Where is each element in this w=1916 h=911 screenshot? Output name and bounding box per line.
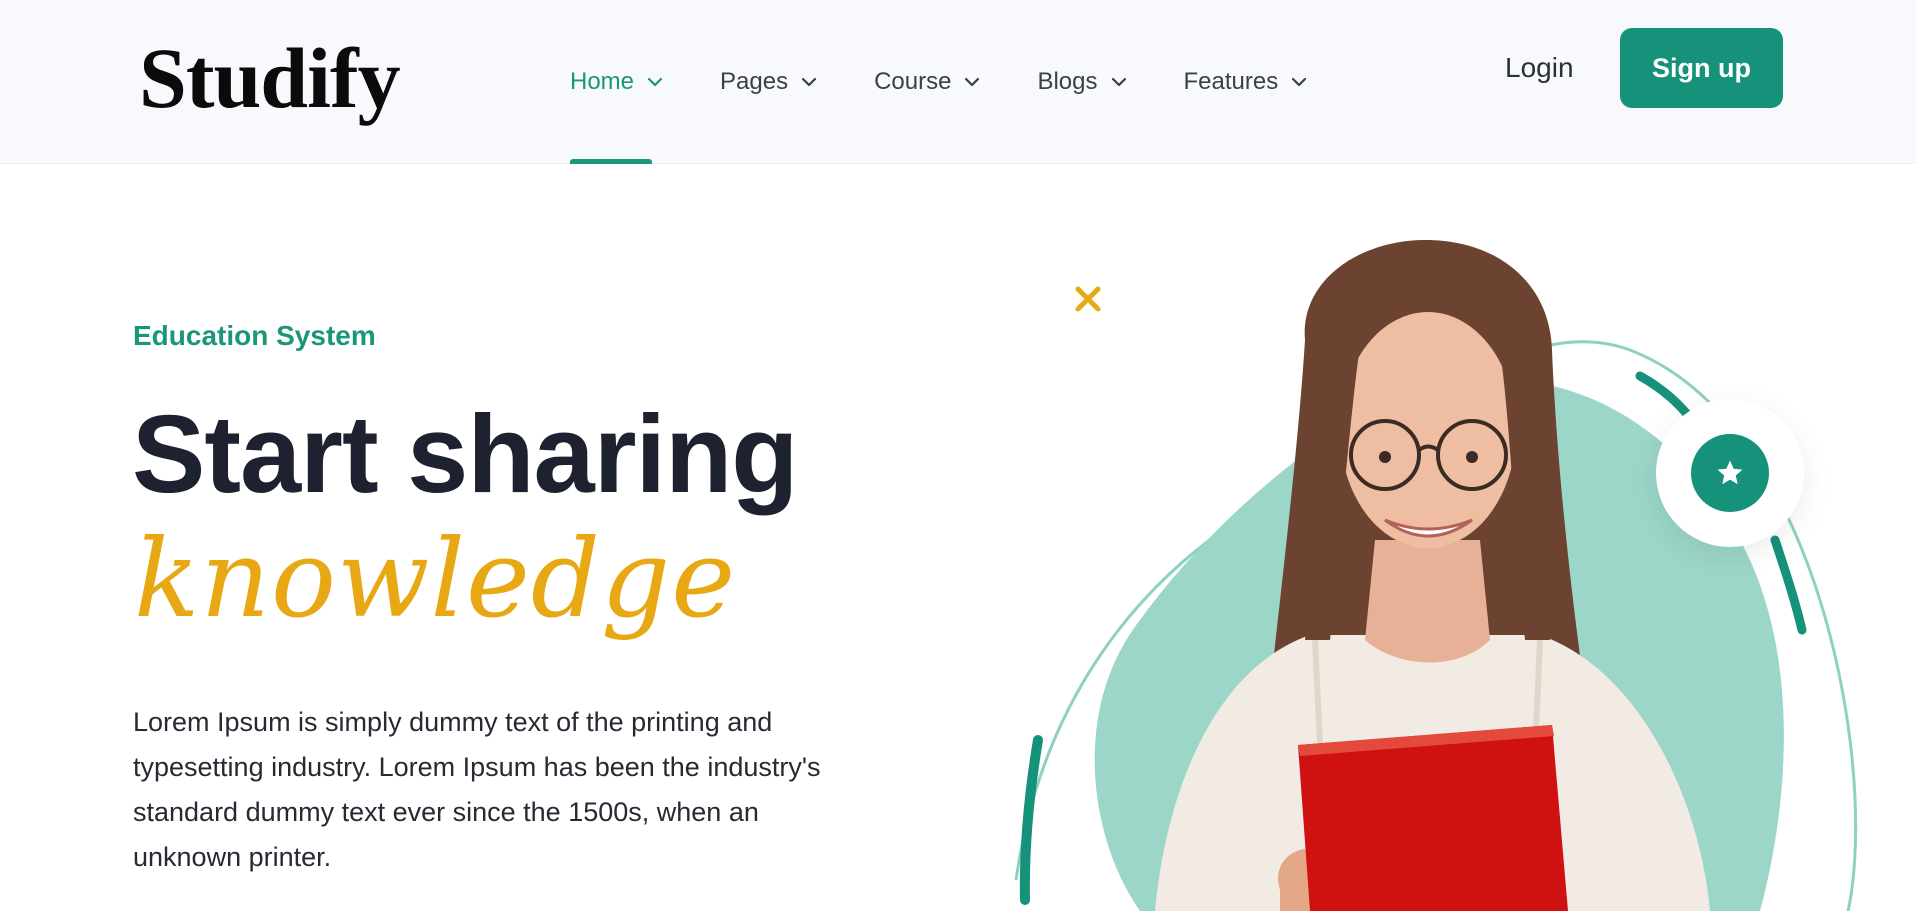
sign-up-button[interactable]: Sign up [1620, 28, 1783, 108]
accent-arc [1770, 535, 1807, 635]
nav-item-label: Features [1183, 68, 1279, 95]
star-badge [1656, 399, 1804, 547]
chevron-down-icon [648, 77, 663, 87]
face [1340, 312, 1516, 548]
star-icon [1717, 460, 1743, 485]
nav-active-indicator [570, 159, 653, 164]
nav-item-pages[interactable]: Pages [720, 0, 817, 164]
nav-item-features[interactable]: Features [1184, 0, 1307, 164]
main-nav: Home Pages Course Blogs Features [570, 0, 1364, 164]
chevron-down-icon [1111, 77, 1126, 87]
star-badge-inner [1691, 434, 1769, 512]
nav-item-label: Pages [720, 68, 789, 95]
hero-headline-script: knowledge [134, 517, 737, 642]
close-icon [1075, 286, 1101, 312]
nav-item-label: Blogs [1037, 68, 1098, 95]
hero-description: Lorem Ipsum is simply dummy text of the … [133, 707, 821, 872]
nav-item-home[interactable]: Home [570, 0, 663, 164]
site-header: Studify Home Pages Course Blogs Features… [0, 0, 1916, 164]
nav-item-course[interactable]: Course [874, 0, 980, 164]
hero-eyebrow: Education System [133, 320, 376, 351]
chevron-down-icon [1292, 77, 1307, 87]
nav-item-blogs[interactable]: Blogs [1037, 0, 1126, 164]
nav-item-label: Home [570, 68, 635, 95]
accent-arc [1019, 735, 1043, 905]
login-link[interactable]: Login [1505, 50, 1574, 86]
chevron-down-icon [802, 77, 817, 87]
chevron-down-icon [965, 77, 980, 87]
hero-illustration [1014, 240, 1858, 911]
hero-headline: Start sharing [132, 393, 798, 516]
red-book [1298, 725, 1568, 911]
brand-logo[interactable]: Studify [139, 28, 401, 128]
nav-item-label: Course [874, 68, 952, 95]
